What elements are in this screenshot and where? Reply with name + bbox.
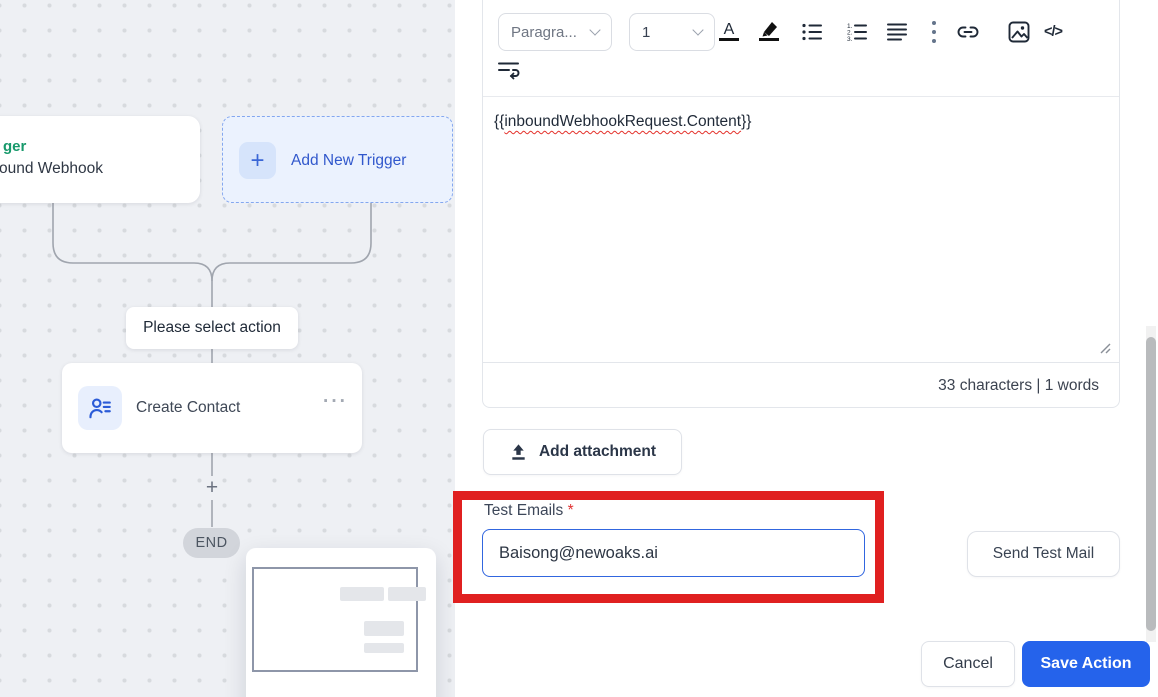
create-contact-label: Create Contact [136, 399, 241, 416]
align-text-icon[interactable] [884, 17, 910, 47]
svg-text:3.: 3. [847, 36, 853, 43]
add-new-trigger-label: Add New Trigger [291, 151, 407, 169]
merge-tag-token: inboundWebhookRequest.Content [504, 113, 742, 130]
highlighter-icon[interactable] [756, 17, 782, 47]
email-body-editor: Paragra... 1 A 1. 2. 3. </> {{inboundWeb… [482, 0, 1120, 408]
floating-preview-card [246, 548, 436, 697]
upload-icon [512, 443, 525, 460]
merge-tag-open: {{ [494, 113, 505, 130]
required-asterisk: * [567, 502, 574, 519]
contact-icon [78, 386, 122, 430]
preview-placeholder-bar [364, 621, 404, 636]
add-attachment-label: Add attachment [538, 443, 657, 460]
preview-placeholder-bar [388, 587, 426, 601]
scrollbar-thumb[interactable] [1146, 337, 1156, 631]
font-size-dropdown[interactable]: 1 [629, 13, 715, 51]
paragraph-style-dropdown[interactable]: Paragra... [498, 13, 612, 51]
text-wrap-icon[interactable] [496, 55, 522, 85]
trigger-card-title: ger [3, 138, 27, 155]
ordered-list-icon[interactable]: 1. 2. 3. [844, 17, 870, 47]
insert-link-icon[interactable] [955, 17, 981, 47]
trigger-card-subtitle: ound Webhook [0, 160, 103, 177]
merge-tag-text: {{inboundWebhookRequest.Content}} [494, 113, 751, 131]
cancel-button[interactable]: Cancel [921, 641, 1015, 687]
test-emails-text: Test Emails [484, 502, 564, 519]
text-color-icon[interactable]: A [716, 17, 742, 47]
font-size-value: 1 [642, 23, 651, 41]
plus-icon: + [239, 142, 276, 179]
email-body-text-area[interactable]: {{inboundWebhookRequest.Content}} [483, 98, 1119, 362]
chevron-down-icon [692, 24, 704, 36]
svg-text:A: A [724, 21, 735, 38]
save-action-label: Save Action [1040, 655, 1132, 672]
resize-handle-icon[interactable] [1097, 340, 1111, 354]
workflow-canvas[interactable]: ger ound Webhook + Add New Trigger Pleas… [0, 0, 455, 697]
send-test-mail-button[interactable]: Send Test Mail [967, 531, 1120, 577]
paragraph-style-value: Paragra... [511, 23, 577, 41]
please-select-action-label: Please select action [126, 307, 298, 349]
test-emails-label: Test Emails * [484, 502, 574, 520]
select-action-text: Please select action [143, 319, 281, 336]
more-options-icon[interactable] [921, 17, 947, 47]
inbound-webhook-trigger-card[interactable]: ger ound Webhook [0, 116, 200, 203]
add-attachment-button[interactable]: Add attachment [483, 429, 682, 475]
add-action-plus-button[interactable]: + [201, 476, 223, 499]
editor-toolbar: Paragra... 1 A 1. 2. 3. </> [483, 0, 1119, 97]
end-badge: END [183, 528, 240, 558]
save-action-button[interactable]: Save Action [1022, 641, 1150, 687]
chevron-down-icon [589, 24, 601, 36]
preview-placeholder-bar [364, 643, 404, 653]
cancel-label: Cancel [943, 655, 993, 672]
bullet-list-icon[interactable] [799, 17, 825, 47]
send-test-mail-label: Send Test Mail [992, 545, 1095, 562]
character-counter: 33 characters | 1 words [483, 362, 1119, 408]
add-new-trigger-button[interactable]: + Add New Trigger [222, 116, 453, 203]
workflow-builder-screen: ger ound Webhook + Add New Trigger Pleas… [0, 0, 1158, 697]
preview-thumbnail-frame [252, 567, 418, 672]
card-options-menu[interactable]: ··· [323, 391, 348, 413]
insert-image-icon[interactable] [1006, 17, 1032, 47]
create-contact-action-card[interactable]: Create Contact ··· [62, 363, 362, 453]
preview-placeholder-bar [340, 587, 384, 601]
counter-text: 33 characters | 1 words [938, 376, 1099, 394]
code-view-icon[interactable]: </> [1040, 17, 1066, 47]
merge-tag-close: }} [741, 113, 752, 130]
code-glyph: </> [1044, 24, 1063, 40]
test-emails-input[interactable] [482, 529, 865, 577]
